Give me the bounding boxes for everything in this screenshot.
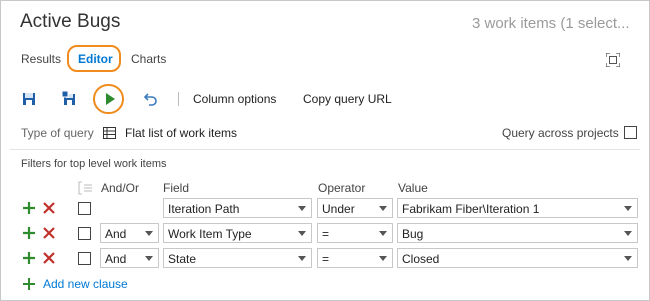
header-and-or: And/Or: [101, 181, 140, 195]
query-type-selector[interactable]: Flat list of work items: [125, 126, 237, 140]
value-select[interactable]: Bug: [397, 223, 638, 243]
tab-charts[interactable]: Charts: [131, 52, 166, 66]
field-select-value: State: [168, 252, 197, 266]
value-select[interactable]: Fabrikam Fiber\Iteration 1: [397, 198, 638, 218]
page-title: Active Bugs: [20, 11, 121, 32]
query-type-label: Type of query: [21, 126, 94, 140]
chevron-down-icon: [379, 231, 387, 236]
operator-select[interactable]: Under: [317, 198, 393, 218]
copy-query-url-button[interactable]: Copy query URL: [303, 92, 392, 106]
operator-select[interactable]: =: [317, 248, 393, 268]
run-query-highlight: [93, 84, 124, 114]
add-clause-icon[interactable]: [23, 252, 35, 264]
value-select-value: Closed: [402, 252, 440, 266]
chevron-down-icon: [298, 231, 306, 236]
column-options-button[interactable]: Column options: [193, 92, 276, 106]
work-item-count: 3 work items (1 select...: [472, 15, 630, 32]
field-select[interactable]: Iteration Path: [163, 198, 312, 218]
and-or-select[interactable]: And: [100, 248, 159, 268]
chevron-down-icon: [624, 256, 632, 261]
chevron-down-icon: [298, 206, 306, 211]
toolbar-divider: [178, 92, 179, 106]
add-new-clause-link[interactable]: Add new clause: [43, 277, 128, 291]
field-select-value: Work Item Type: [168, 227, 252, 241]
save-icon[interactable]: [21, 91, 37, 107]
delete-clause-icon[interactable]: [43, 227, 55, 239]
fullscreen-icon[interactable]: [606, 53, 620, 67]
flat-list-icon: [103, 127, 116, 139]
operator-select-value: Under: [322, 202, 355, 216]
add-clause-icon[interactable]: [23, 227, 35, 239]
add-clause-icon[interactable]: [23, 202, 35, 214]
delete-clause-icon[interactable]: [43, 252, 55, 264]
add-new-clause-icon[interactable]: [23, 278, 35, 290]
chevron-down-icon: [379, 256, 387, 261]
save-as-icon[interactable]: [61, 90, 77, 106]
header-operator: Operator: [318, 181, 366, 195]
clause-select-checkbox[interactable]: [78, 202, 91, 215]
operator-select[interactable]: =: [317, 223, 393, 243]
tab-results[interactable]: Results: [21, 52, 61, 66]
clause-select-checkbox[interactable]: [78, 227, 91, 240]
value-select-value: Fabrikam Fiber\Iteration 1: [402, 202, 540, 216]
and-or-select-value: And: [105, 252, 127, 266]
filters-section-label: Filters for top level work items: [21, 158, 167, 170]
group-clauses-icon[interactable]: [78, 181, 93, 195]
delete-clause-icon[interactable]: [43, 202, 55, 214]
section-divider: [10, 149, 640, 150]
field-select[interactable]: Work Item Type: [163, 223, 312, 243]
query-across-projects-label: Query across projects: [502, 126, 619, 140]
chevron-down-icon: [624, 206, 632, 211]
editor-tab-highlight: [67, 45, 121, 72]
chevron-down-icon: [379, 206, 387, 211]
chevron-down-icon: [145, 256, 153, 261]
chevron-down-icon: [145, 231, 153, 236]
field-select[interactable]: State: [163, 248, 312, 268]
and-or-select[interactable]: And: [100, 223, 159, 243]
and-or-select-value: And: [105, 227, 127, 241]
header-value: Value: [398, 181, 428, 195]
operator-select-value: =: [322, 227, 330, 241]
header-field: Field: [163, 181, 190, 195]
chevron-down-icon: [624, 231, 632, 236]
query-across-projects-checkbox[interactable]: [624, 126, 637, 139]
operator-select-value: =: [322, 252, 330, 266]
value-select[interactable]: Closed: [397, 248, 638, 268]
chevron-down-icon: [298, 256, 306, 261]
value-select-value: Bug: [402, 227, 424, 241]
clause-select-checkbox[interactable]: [78, 252, 91, 265]
undo-icon[interactable]: [143, 91, 159, 107]
field-select-value: Iteration Path: [168, 202, 240, 216]
